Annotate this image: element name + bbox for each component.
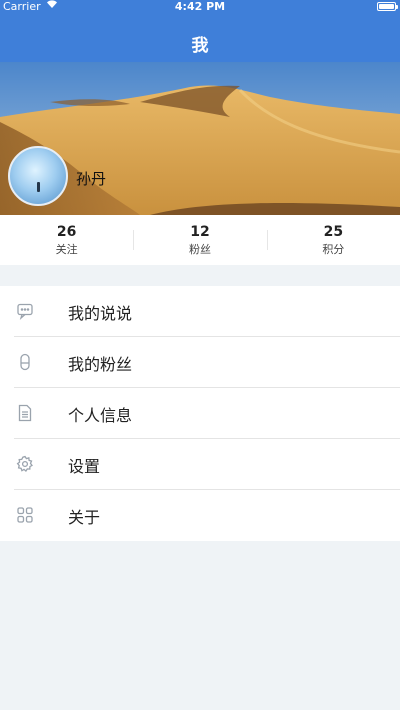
profile-name: 孙丹 [76,170,107,188]
stat-label: 关注 [55,243,78,256]
grid-icon [16,506,34,524]
menu-list: 我的说说 我的粉丝 个人信息 设置 关于 [0,286,400,541]
stat-label: 粉丝 [188,243,211,256]
menu-item-personal-info[interactable]: 个人信息 [0,388,400,439]
menu-item-my-posts[interactable]: 我的说说 [0,286,400,337]
gear-icon [16,455,34,473]
menu-item-label: 我的粉丝 [68,354,133,374]
stat-value: 25 [323,224,344,240]
stat-value: 26 [56,224,77,240]
menu-item-about[interactable]: 关于 [0,490,400,541]
status-time: 4:42 PM [174,0,226,13]
person-icon [16,353,34,371]
menu-item-label: 我的说说 [68,303,133,323]
document-icon [16,404,34,422]
avatar-figure [37,182,40,192]
stat-fans[interactable]: 12 粉丝 [133,215,266,265]
battery-icon [377,2,398,11]
avatar[interactable] [8,146,68,206]
navigation-bar: Carrier 4:42 PM 我 [0,0,400,62]
menu-item-my-fans[interactable]: 我的粉丝 [0,337,400,388]
menu-item-settings[interactable]: 设置 [0,439,400,490]
stat-label: 积分 [322,243,345,256]
stats-bar: 26 关注 12 粉丝 25 积分 [0,215,400,265]
status-bar: Carrier 4:42 PM [0,0,400,14]
stat-points[interactable]: 25 积分 [266,215,400,265]
menu-item-label: 个人信息 [68,405,133,425]
stat-value: 12 [190,224,210,240]
menu-item-label: 关于 [68,507,101,527]
stat-following[interactable]: 26 关注 [0,215,133,265]
menu-item-label: 设置 [68,456,101,476]
page-title: 我 [191,36,209,56]
message-icon [16,302,34,320]
battery-level-fill [379,4,394,9]
